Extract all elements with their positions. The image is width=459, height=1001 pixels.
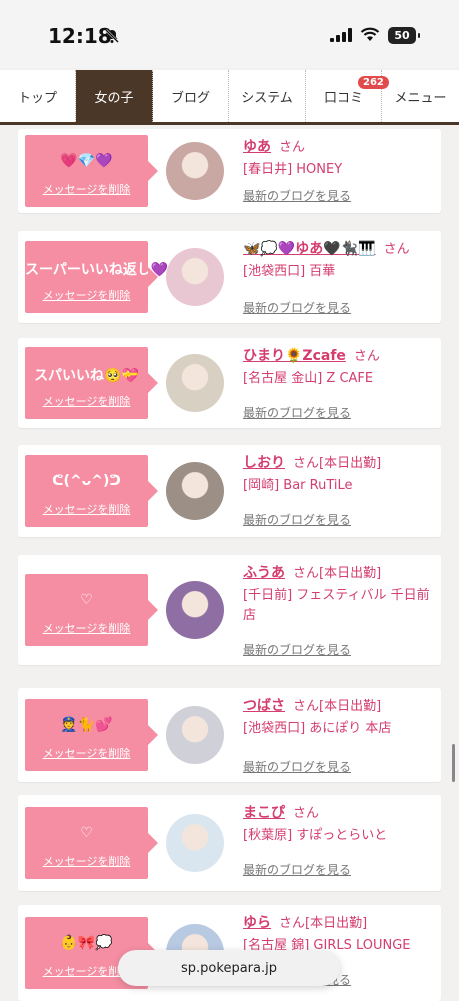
message-text: スーパーいいね返し💜🩵: [25, 262, 186, 278]
tab-3[interactable]: システム: [229, 70, 306, 122]
girl-name-link[interactable]: まこぴ: [243, 805, 285, 821]
tab-label: システム: [241, 90, 293, 106]
girl-name-link[interactable]: ゆあ: [243, 139, 271, 155]
tab-4[interactable]: 口コミ 262: [306, 70, 389, 122]
avatar[interactable]: [166, 706, 224, 764]
shop-name[interactable]: [春日井] HONEY: [243, 160, 433, 180]
girl-info: つばさ さん[本日出勤] [池袋西口] あにぽり 本店: [243, 696, 433, 739]
avatar[interactable]: [166, 354, 224, 412]
latest-blog-link[interactable]: 最新のブログを見る: [243, 861, 351, 878]
shop-name[interactable]: [池袋西口] 百華: [243, 262, 433, 282]
tab-label: 女の子: [94, 90, 134, 106]
signal-icon: [330, 28, 352, 42]
list-item: スーパーいいね返し💜🩵 メッセージを削除 🦋💭💜ゆあ🖤🐈‍⬛🎹 さん [池袋西口] 百華…: [18, 231, 441, 323]
status-bar: 12:18 50: [0, 0, 459, 68]
list-item: ᕦ(^ᴗ^)ᕤ メッセージを削除 しおり さん[本日出勤] [岡崎] Bar RuTiL…: [18, 445, 441, 537]
shop-name[interactable]: [岡崎] Bar RuTiLe: [243, 476, 433, 496]
girl-info: しおり さん[本日出勤] [岡崎] Bar RuTiLe: [243, 453, 433, 496]
list-item: ♡ メッセージを削除 ふうあ さん[本日出勤] [千日前] フェスティバル 千日前店最新…: [18, 555, 441, 665]
honorific: さん: [353, 349, 380, 364]
message-text: ♡: [80, 592, 93, 608]
girl-info: まこぴ さん [秋葉原] すぽっとらいと: [243, 803, 433, 846]
status-time: 12:18: [48, 24, 112, 48]
battery-icon: 50: [388, 27, 420, 44]
tab-0[interactable]: トップ: [0, 70, 76, 122]
tab-label: ブログ: [170, 90, 210, 106]
girl-info: ひまり🌻Zcafe さん [名古屋 金山] Z CAFE: [243, 346, 433, 389]
message-text: ♡: [80, 825, 93, 841]
message-bubble: スーパーいいね返し💜🩵 メッセージを削除: [25, 241, 186, 313]
honorific: さん: [279, 140, 306, 155]
honorific: さん[本日出勤]: [279, 916, 368, 931]
girl-name-link[interactable]: ふうあ: [243, 565, 285, 581]
girl-info: 🦋💭💜ゆあ🖤🐈‍⬛🎹 さん [池袋西口] 百華: [243, 239, 433, 282]
delete-message-link[interactable]: メッセージを削除: [25, 853, 148, 869]
tab-label: トップ: [17, 90, 57, 106]
delete-message-link[interactable]: メッセージを削除: [25, 501, 148, 517]
list-item: スパいいね🥺💝 メッセージを削除 ひまり🌻Zcafe さん [名古屋 金山] Z CAF…: [18, 338, 441, 428]
delete-message-link[interactable]: メッセージを削除: [25, 393, 148, 409]
avatar[interactable]: [166, 142, 224, 200]
message-bubble: ᕦ(^ᴗ^)ᕤ メッセージを削除: [25, 455, 158, 527]
message-text: スパいいね🥺💝: [34, 368, 139, 384]
message-bubble: ♡ メッセージを削除: [25, 807, 158, 879]
list-item: 💗💎💜 メッセージを削除 ゆあ さん [春日井] HONEY 最新のブログを見る: [18, 129, 441, 213]
latest-blog-link[interactable]: 最新のブログを見る: [243, 511, 351, 528]
latest-blog-link[interactable]: 最新のブログを見る: [243, 187, 351, 204]
shop-name[interactable]: [千日前] フェスティバル 千日前店: [243, 586, 433, 626]
avatar[interactable]: [166, 814, 224, 872]
shop-name[interactable]: [秋葉原] すぽっとらいと: [243, 826, 433, 846]
delete-message-link[interactable]: メッセージを削除: [25, 745, 148, 761]
url-bar[interactable]: sp.pokepara.jp: [118, 950, 340, 986]
avatar[interactable]: [166, 581, 224, 639]
scrollbar[interactable]: [452, 744, 455, 782]
latest-blog-link[interactable]: 最新のブログを見る: [243, 758, 351, 775]
girl-name-link[interactable]: ひまり🌻Zcafe: [243, 348, 346, 364]
honorific: さん: [383, 242, 410, 257]
honorific: さん[本日出勤]: [293, 456, 382, 471]
message-bubble: スパいいね🥺💝 メッセージを削除: [25, 347, 158, 419]
girl-info: ゆあ さん [春日井] HONEY: [243, 137, 433, 180]
avatar[interactable]: [166, 248, 224, 306]
girl-name-link[interactable]: つばさ: [243, 698, 285, 714]
tab-1[interactable]: 女の子: [76, 70, 153, 122]
delete-message-link[interactable]: メッセージを削除: [25, 620, 148, 636]
shop-name[interactable]: [池袋西口] あにぽり 本店: [243, 719, 433, 739]
girl-name-link[interactable]: しおり: [243, 455, 285, 471]
girl-name-link[interactable]: ゆら: [243, 915, 271, 931]
girl-info: ふうあ さん[本日出勤] [千日前] フェスティバル 千日前店: [243, 563, 433, 626]
latest-blog-link[interactable]: 最新のブログを見る: [243, 404, 351, 421]
main-nav: トップ 女の子 ブログ システム 口コミ 262 メニュー: [0, 70, 459, 125]
tab-label: 口コミ: [323, 90, 363, 106]
shop-name[interactable]: [名古屋 金山] Z CAFE: [243, 369, 433, 389]
message-text: ᕦ(^ᴗ^)ᕤ: [52, 473, 121, 489]
honorific: さん[本日出勤]: [293, 699, 382, 714]
message-text: 💗💎💜: [60, 153, 113, 169]
message-bubble: 💗💎💜 メッセージを削除: [25, 135, 158, 207]
list-item: 👮🐈💕 メッセージを削除 つばさ さん[本日出勤] [池袋西口] あにぽり 本店 最新のブ…: [18, 688, 441, 782]
message-text: 👶🎀💭: [60, 935, 113, 951]
latest-blog-link[interactable]: 最新のブログを見る: [243, 641, 351, 658]
avatar[interactable]: [166, 462, 224, 520]
message-bubble: ♡ メッセージを削除: [25, 574, 158, 646]
honorific: さん: [293, 806, 320, 821]
list-item: ♡ メッセージを削除 まこぴ さん [秋葉原] すぽっとらいと 最新のブログを見る: [18, 795, 441, 891]
message-bubble: 👮🐈💕 メッセージを削除: [25, 699, 158, 771]
delete-message-link[interactable]: メッセージを削除: [25, 181, 148, 197]
wifi-icon: [360, 27, 380, 41]
delete-message-link[interactable]: メッセージを削除: [25, 287, 148, 303]
message-text: 👮🐈💕: [60, 717, 113, 733]
latest-blog-link[interactable]: 最新のブログを見る: [243, 299, 351, 316]
mute-bell-icon: [105, 29, 119, 43]
tab-5[interactable]: メニュー: [382, 70, 459, 122]
tab-label: メニュー: [394, 90, 447, 106]
girl-name-link[interactable]: 🦋💭💜ゆあ🖤🐈‍⬛🎹: [243, 241, 376, 257]
honorific: さん[本日出勤]: [293, 566, 382, 581]
tab-2[interactable]: ブログ: [153, 70, 229, 122]
url-text: sp.pokepara.jp: [181, 960, 277, 976]
